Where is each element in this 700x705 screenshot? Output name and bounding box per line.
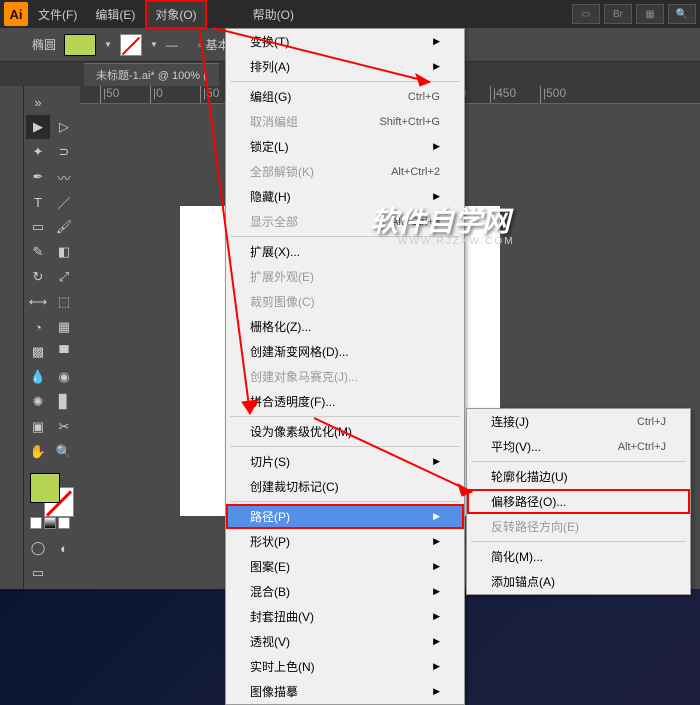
- watermark-url: WWW.RJZXW.COM: [398, 236, 515, 247]
- submenu-simplify[interactable]: 简化(M)...: [467, 544, 690, 569]
- fill-dropdown-icon[interactable]: ▼: [104, 40, 112, 49]
- submenu-average[interactable]: 平均(V)...Alt+Ctrl+J: [467, 434, 690, 459]
- menu-crop-image[interactable]: 裁剪图像(C): [226, 289, 464, 314]
- menu-envelope[interactable]: 封套扭曲(V)▶: [226, 604, 464, 629]
- artboard-tool[interactable]: ▣: [26, 415, 50, 439]
- fill-swatch-icon[interactable]: [30, 473, 60, 503]
- menu-expand-appearance[interactable]: 扩展外观(E): [226, 264, 464, 289]
- curvature-tool[interactable]: 〰: [52, 165, 76, 189]
- left-gutter: [0, 86, 24, 589]
- toolbox: » ▶▷ ✦⊃ ✒〰 T／ ▭🖌 ✎◧ ↻⤢ ⟷⬚ ◔▦ ▩▀ 💧◉ ✺▊ ▣✂…: [24, 86, 80, 589]
- perspective-tool[interactable]: ▦: [52, 315, 76, 339]
- gradient-tool[interactable]: ▀: [52, 340, 76, 364]
- menu-edit[interactable]: 编辑(E): [87, 2, 143, 27]
- direct-selection-tool[interactable]: ▷: [52, 115, 76, 139]
- menu-shape[interactable]: 形状(P)▶: [226, 529, 464, 554]
- bridge-icon[interactable]: Br: [604, 4, 632, 24]
- scale-tool[interactable]: ⤢: [52, 265, 76, 289]
- menu-ungroup[interactable]: 取消编组Shift+Ctrl+G: [226, 109, 464, 134]
- menu-flatten[interactable]: 拼合透明度(F)...: [226, 389, 464, 414]
- eraser-tool[interactable]: ◧: [52, 240, 76, 264]
- menu-blend[interactable]: 混合(B)▶: [226, 579, 464, 604]
- draw-behind-icon[interactable]: ◐: [52, 536, 76, 560]
- fill-stroke-swatches[interactable]: [30, 473, 76, 512]
- width-tool[interactable]: ⟷: [26, 290, 50, 314]
- screen-mode-icon[interactable]: ▭: [26, 561, 50, 585]
- menu-slice[interactable]: 切片(S)▶: [226, 449, 464, 474]
- zoom-tool[interactable]: 🔍: [52, 440, 76, 464]
- none-mode-icon[interactable]: [58, 517, 70, 529]
- stroke-dropdown-icon[interactable]: ▼: [150, 40, 158, 49]
- app-logo: Ai: [4, 2, 28, 26]
- menu-arrange[interactable]: 排列(A)▶: [226, 54, 464, 79]
- stroke-none-swatch[interactable]: [120, 34, 142, 56]
- draw-normal-icon[interactable]: ◯: [26, 536, 50, 560]
- eyedropper-tool[interactable]: 💧: [26, 365, 50, 389]
- menu-perspective[interactable]: 透视(V)▶: [226, 629, 464, 654]
- menu-gradient-mesh[interactable]: 创建渐变网格(D)...: [226, 339, 464, 364]
- path-submenu-dropdown: 连接(J)Ctrl+J 平均(V)...Alt+Ctrl+J 轮廓化描边(U) …: [466, 408, 691, 595]
- menu-file[interactable]: 文件(F): [30, 2, 85, 27]
- pen-tool[interactable]: ✒: [26, 165, 50, 189]
- magic-wand-tool[interactable]: ✦: [26, 140, 50, 164]
- object-menu-dropdown: 变换(T)▶ 排列(A)▶ 编组(G)Ctrl+G 取消编组Shift+Ctrl…: [225, 28, 465, 705]
- color-mode-icon[interactable]: [30, 517, 42, 529]
- stroke-weight-label: —: [166, 38, 178, 52]
- menu-unlock-all[interactable]: 全部解锁(K)Alt+Ctrl+2: [226, 159, 464, 184]
- menu-object[interactable]: 对象(O): [145, 0, 206, 29]
- free-transform-tool[interactable]: ⬚: [52, 290, 76, 314]
- shape-builder-tool[interactable]: ◔: [26, 315, 50, 339]
- menu-rasterize[interactable]: 栅格化(Z)...: [226, 314, 464, 339]
- menu-group[interactable]: 编组(G)Ctrl+G: [226, 84, 464, 109]
- symbol-tool[interactable]: ✺: [26, 390, 50, 414]
- menu-mosaic[interactable]: 创建对象马赛克(J)...: [226, 364, 464, 389]
- menu-transform[interactable]: 变换(T)▶: [226, 29, 464, 54]
- menu-pixel-perfect[interactable]: 设为像素级优化(M): [226, 419, 464, 444]
- menu-lock[interactable]: 锁定(L)▶: [226, 134, 464, 159]
- mesh-tool[interactable]: ▩: [26, 340, 50, 364]
- submenu-outline-stroke[interactable]: 轮廓化描边(U): [467, 464, 690, 489]
- hand-tool[interactable]: ✋: [26, 440, 50, 464]
- menu-live-paint[interactable]: 实时上色(N)▶: [226, 654, 464, 679]
- rotate-tool[interactable]: ↻: [26, 265, 50, 289]
- layout-icon[interactable]: ▭: [572, 4, 600, 24]
- rectangle-tool[interactable]: ▭: [26, 215, 50, 239]
- submenu-offset-path[interactable]: 偏移路径(O)...: [467, 489, 690, 514]
- submenu-reverse-path[interactable]: 反转路径方向(E): [467, 514, 690, 539]
- menu-show-all[interactable]: 显示全部Alt+Ctrl+3: [226, 209, 464, 234]
- menu-image-trace[interactable]: 图像描摹▶: [226, 679, 464, 704]
- gradient-mode-icon[interactable]: [44, 517, 56, 529]
- graph-tool[interactable]: ▊: [52, 390, 76, 414]
- shaper-tool[interactable]: ✎: [26, 240, 50, 264]
- lasso-tool[interactable]: ⊃: [52, 140, 76, 164]
- menu-hide[interactable]: 隐藏(H)▶: [226, 184, 464, 209]
- document-tab[interactable]: 未标题-1.ai* @ 100% (: [84, 63, 219, 86]
- double-arrow-icon[interactable]: »: [26, 90, 50, 114]
- submenu-add-anchor[interactable]: 添加锚点(A): [467, 569, 690, 594]
- search-icon[interactable]: 🔍: [668, 4, 696, 24]
- selection-tool[interactable]: ▶: [26, 115, 50, 139]
- fill-color-swatch[interactable]: [64, 34, 96, 56]
- blend-tool[interactable]: ◉: [52, 365, 76, 389]
- arrange-docs-icon[interactable]: ▦: [636, 4, 664, 24]
- submenu-join[interactable]: 连接(J)Ctrl+J: [467, 409, 690, 434]
- line-tool[interactable]: ／: [52, 190, 76, 214]
- selected-tool-label: 椭圆: [32, 36, 56, 53]
- menu-trim-marks[interactable]: 创建裁切标记(C): [226, 474, 464, 499]
- brush-tool[interactable]: 🖌: [52, 215, 76, 239]
- slice-tool[interactable]: ✂: [52, 415, 76, 439]
- menu-path[interactable]: 路径(P)▶: [226, 504, 464, 529]
- type-tool[interactable]: T: [26, 190, 50, 214]
- menu-pattern[interactable]: 图案(E)▶: [226, 554, 464, 579]
- menu-help[interactable]: 帮助(O): [245, 2, 302, 27]
